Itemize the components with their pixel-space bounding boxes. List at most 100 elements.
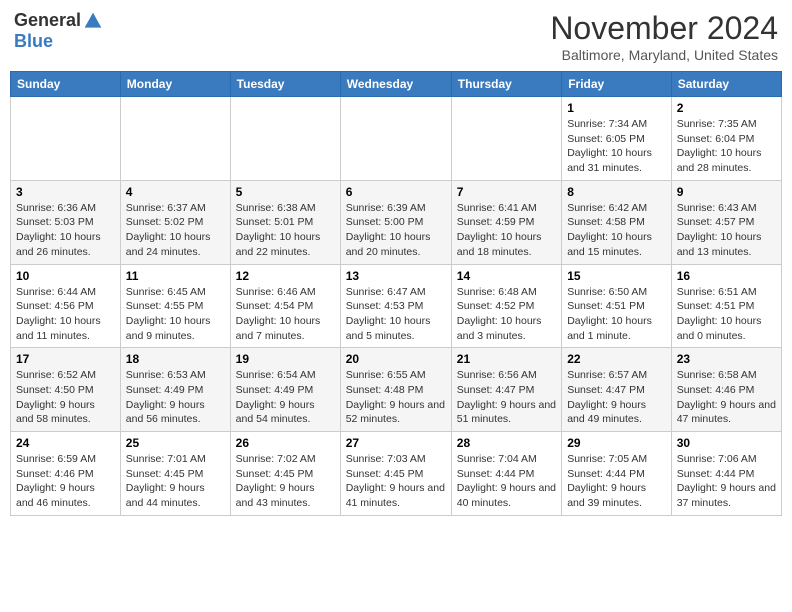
calendar-cell: 14 Sunrise: 6:48 AM Sunset: 4:52 PM Dayli… <box>451 264 561 348</box>
logo-blue: Blue <box>14 31 53 52</box>
day-info: Sunrise: 6:38 AM Sunset: 5:01 PM Dayligh… <box>236 201 335 260</box>
day-info: Sunrise: 6:39 AM Sunset: 5:00 PM Dayligh… <box>346 201 446 260</box>
calendar-cell: 23 Sunrise: 6:58 AM Sunset: 4:46 PM Dayli… <box>671 348 781 432</box>
day-number: 4 <box>126 185 225 199</box>
logo-general: General <box>14 10 81 31</box>
calendar-cell: 9Sunrise: 6:43 AM Sunset: 4:57 PM Daylig… <box>671 180 781 264</box>
day-info: Sunrise: 7:03 AM Sunset: 4:45 PM Dayligh… <box>346 452 446 511</box>
day-number: 26 <box>236 436 335 450</box>
day-number: 25 <box>126 436 225 450</box>
day-number: 2 <box>677 101 776 115</box>
calendar-cell: 22Sunrise: 6:57 AM Sunset: 4:47 PM Dayli… <box>562 348 672 432</box>
calendar-cell: 2Sunrise: 7:35 AM Sunset: 6:04 PM Daylig… <box>671 97 781 181</box>
day-info: Sunrise: 6:42 AM Sunset: 4:58 PM Dayligh… <box>567 201 666 260</box>
calendar-cell: 26 Sunrise: 7:02 AM Sunset: 4:45 PM Dayli… <box>230 432 340 516</box>
day-of-week-header: Friday <box>562 72 672 97</box>
day-info: Sunrise: 6:59 AM Sunset: 4:46 PM Dayligh… <box>16 452 115 511</box>
day-number: 14 <box>457 269 556 283</box>
calendar-cell: 3Sunrise: 6:36 AM Sunset: 5:03 PM Daylig… <box>11 180 121 264</box>
day-info: Sunrise: 6:44 AM Sunset: 4:56 PM Dayligh… <box>16 285 115 344</box>
calendar-cell <box>230 97 340 181</box>
day-number: 7 <box>457 185 556 199</box>
calendar-cell: 6 Sunrise: 6:39 AM Sunset: 5:00 PM Daylig… <box>340 180 451 264</box>
day-number: 28 <box>457 436 556 450</box>
day-number: 16 <box>677 269 776 283</box>
calendar-cell: 24 Sunrise: 6:59 AM Sunset: 4:46 PM Dayli… <box>11 432 121 516</box>
day-number: 8 <box>567 185 666 199</box>
calendar-cell: 1 Sunrise: 7:34 AM Sunset: 6:05 PM Daylig… <box>562 97 672 181</box>
calendar-cell <box>451 97 561 181</box>
calendar-cell <box>340 97 451 181</box>
calendar-cell: 28 Sunrise: 7:04 AM Sunset: 4:44 PM Dayli… <box>451 432 561 516</box>
calendar-cell: 30 Sunrise: 7:06 AM Sunset: 4:44 PM Dayli… <box>671 432 781 516</box>
day-info: Sunrise: 6:58 AM Sunset: 4:46 PM Dayligh… <box>677 368 776 427</box>
day-info: Sunrise: 7:34 AM Sunset: 6:05 PM Dayligh… <box>567 117 666 176</box>
day-info: Sunrise: 6:45 AM Sunset: 4:55 PM Dayligh… <box>126 285 225 344</box>
calendar-cell: 19Sunrise: 6:54 AM Sunset: 4:49 PM Dayli… <box>230 348 340 432</box>
day-info: Sunrise: 6:37 AM Sunset: 5:02 PM Dayligh… <box>126 201 225 260</box>
day-number: 15 <box>567 269 666 283</box>
day-number: 12 <box>236 269 335 283</box>
page-header: General Blue November 2024 Baltimore, Ma… <box>10 10 782 63</box>
day-info: Sunrise: 6:53 AM Sunset: 4:49 PM Dayligh… <box>126 368 225 427</box>
calendar-week-row: 24 Sunrise: 6:59 AM Sunset: 4:46 PM Dayli… <box>11 432 782 516</box>
location: Baltimore, Maryland, United States <box>550 47 778 63</box>
calendar-week-row: 3Sunrise: 6:36 AM Sunset: 5:03 PM Daylig… <box>11 180 782 264</box>
day-number: 5 <box>236 185 335 199</box>
calendar-cell: 13Sunrise: 6:47 AM Sunset: 4:53 PM Dayli… <box>340 264 451 348</box>
calendar-cell: 29 Sunrise: 7:05 AM Sunset: 4:44 PM Dayli… <box>562 432 672 516</box>
calendar-cell: 5 Sunrise: 6:38 AM Sunset: 5:01 PM Daylig… <box>230 180 340 264</box>
day-number: 24 <box>16 436 115 450</box>
calendar-table: SundayMondayTuesdayWednesdayThursdayFrid… <box>10 71 782 516</box>
day-info: Sunrise: 6:48 AM Sunset: 4:52 PM Dayligh… <box>457 285 556 344</box>
calendar-cell <box>120 97 230 181</box>
day-number: 18 <box>126 352 225 366</box>
day-info: Sunrise: 6:51 AM Sunset: 4:51 PM Dayligh… <box>677 285 776 344</box>
calendar-week-row: 10Sunrise: 6:44 AM Sunset: 4:56 PM Dayli… <box>11 264 782 348</box>
day-info: Sunrise: 7:06 AM Sunset: 4:44 PM Dayligh… <box>677 452 776 511</box>
calendar-cell: 7Sunrise: 6:41 AM Sunset: 4:59 PM Daylig… <box>451 180 561 264</box>
day-number: 13 <box>346 269 446 283</box>
day-number: 27 <box>346 436 446 450</box>
day-info: Sunrise: 6:36 AM Sunset: 5:03 PM Dayligh… <box>16 201 115 260</box>
calendar-cell: 27 Sunrise: 7:03 AM Sunset: 4:45 PM Dayli… <box>340 432 451 516</box>
calendar-cell: 20Sunrise: 6:55 AM Sunset: 4:48 PM Dayli… <box>340 348 451 432</box>
calendar-cell: 12 Sunrise: 6:46 AM Sunset: 4:54 PM Dayli… <box>230 264 340 348</box>
calendar-cell: 4 Sunrise: 6:37 AM Sunset: 5:02 PM Daylig… <box>120 180 230 264</box>
calendar-cell: 17 Sunrise: 6:52 AM Sunset: 4:50 PM Dayli… <box>11 348 121 432</box>
day-info: Sunrise: 7:05 AM Sunset: 4:44 PM Dayligh… <box>567 452 666 511</box>
calendar-header-row: SundayMondayTuesdayWednesdayThursdayFrid… <box>11 72 782 97</box>
day-number: 30 <box>677 436 776 450</box>
calendar-cell: 21Sunrise: 6:56 AM Sunset: 4:47 PM Dayli… <box>451 348 561 432</box>
day-info: Sunrise: 6:54 AM Sunset: 4:49 PM Dayligh… <box>236 368 335 427</box>
day-info: Sunrise: 6:46 AM Sunset: 4:54 PM Dayligh… <box>236 285 335 344</box>
logo: General Blue <box>14 10 103 52</box>
day-number: 29 <box>567 436 666 450</box>
day-of-week-header: Wednesday <box>340 72 451 97</box>
calendar-week-row: 1 Sunrise: 7:34 AM Sunset: 6:05 PM Daylig… <box>11 97 782 181</box>
day-info: Sunrise: 7:04 AM Sunset: 4:44 PM Dayligh… <box>457 452 556 511</box>
calendar-week-row: 17 Sunrise: 6:52 AM Sunset: 4:50 PM Dayli… <box>11 348 782 432</box>
day-number: 11 <box>126 269 225 283</box>
day-info: Sunrise: 6:52 AM Sunset: 4:50 PM Dayligh… <box>16 368 115 427</box>
day-number: 17 <box>16 352 115 366</box>
day-info: Sunrise: 7:02 AM Sunset: 4:45 PM Dayligh… <box>236 452 335 511</box>
day-info: Sunrise: 6:50 AM Sunset: 4:51 PM Dayligh… <box>567 285 666 344</box>
day-number: 22 <box>567 352 666 366</box>
day-of-week-header: Saturday <box>671 72 781 97</box>
day-number: 23 <box>677 352 776 366</box>
calendar-cell: 25 Sunrise: 7:01 AM Sunset: 4:45 PM Dayli… <box>120 432 230 516</box>
title-block: November 2024 Baltimore, Maryland, Unite… <box>550 10 778 63</box>
calendar-cell: 10Sunrise: 6:44 AM Sunset: 4:56 PM Dayli… <box>11 264 121 348</box>
calendar-cell: 16 Sunrise: 6:51 AM Sunset: 4:51 PM Dayli… <box>671 264 781 348</box>
logo-icon <box>83 11 103 31</box>
day-of-week-header: Thursday <box>451 72 561 97</box>
day-of-week-header: Tuesday <box>230 72 340 97</box>
day-info: Sunrise: 6:56 AM Sunset: 4:47 PM Dayligh… <box>457 368 556 427</box>
day-number: 1 <box>567 101 666 115</box>
day-info: Sunrise: 7:01 AM Sunset: 4:45 PM Dayligh… <box>126 452 225 511</box>
calendar-cell: 18 Sunrise: 6:53 AM Sunset: 4:49 PM Dayli… <box>120 348 230 432</box>
day-info: Sunrise: 6:43 AM Sunset: 4:57 PM Dayligh… <box>677 201 776 260</box>
calendar-cell: 8 Sunrise: 6:42 AM Sunset: 4:58 PM Daylig… <box>562 180 672 264</box>
day-number: 6 <box>346 185 446 199</box>
